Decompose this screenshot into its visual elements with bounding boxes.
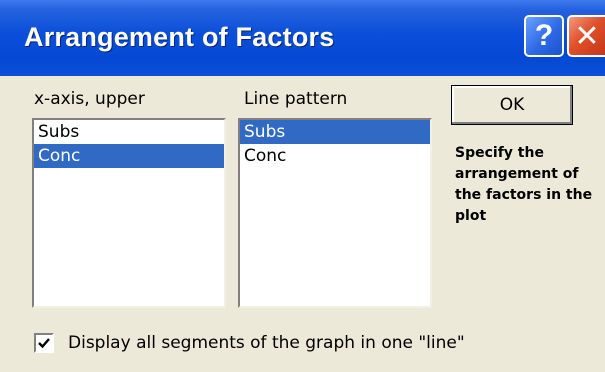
list-item[interactable]: Subs (240, 120, 430, 144)
help-button[interactable]: ? (524, 15, 564, 57)
x-axis-upper-label: x-axis, upper (34, 89, 145, 109)
list-item[interactable]: Conc (240, 144, 430, 168)
ok-button-label: OK (499, 95, 525, 115)
display-segments-checkbox[interactable] (34, 333, 54, 353)
display-segments-label[interactable]: Display all segments of the graph in one… (68, 333, 465, 353)
list-item[interactable]: Subs (34, 120, 224, 144)
list-item[interactable]: Conc (34, 144, 224, 168)
arrangement-dialog: Arrangement of Factors ? ✕ x-axis, upper… (0, 0, 605, 372)
line-pattern-label: Line pattern (244, 89, 348, 109)
close-button[interactable]: ✕ (567, 15, 605, 57)
title-bar[interactable]: Arrangement of Factors ? ✕ (0, 0, 605, 76)
checkmark-icon (38, 338, 50, 349)
x-axis-upper-listbox[interactable]: Subs Conc (32, 118, 226, 308)
line-pattern-listbox[interactable]: Subs Conc (238, 118, 432, 308)
close-icon: ✕ (574, 18, 600, 54)
ok-button[interactable]: OK (451, 85, 573, 125)
question-mark-icon: ? (534, 19, 554, 52)
help-description: Specify the arrangement of the factors i… (455, 145, 593, 224)
dialog-title: Arrangement of Factors (24, 22, 335, 52)
